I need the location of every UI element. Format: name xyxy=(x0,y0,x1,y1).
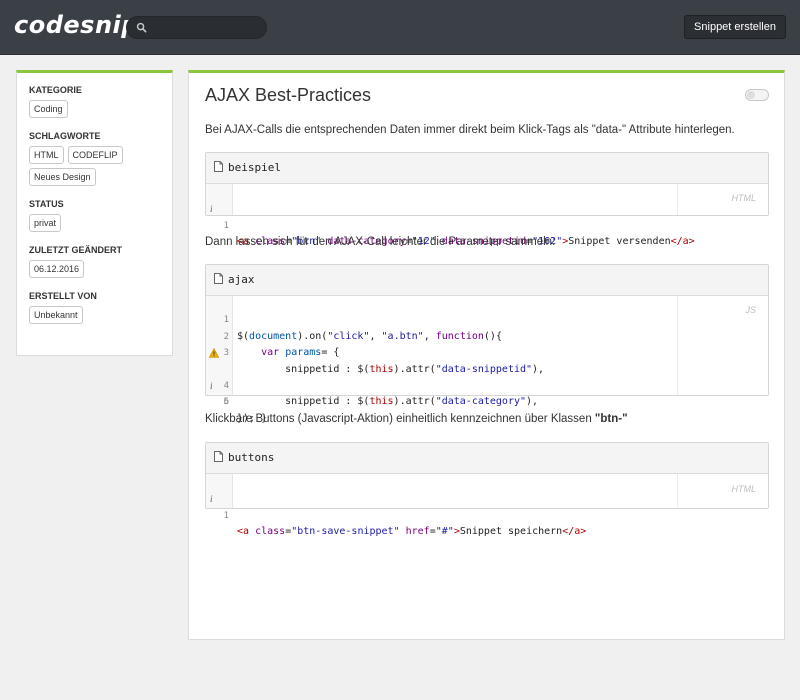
code-snippet-buttons: buttons i 1 <a class="btn-save-snippet" … xyxy=(205,442,769,537)
create-snippet-button[interactable]: Snippet erstellen xyxy=(684,15,786,39)
code-line: i 5 } xyxy=(206,362,768,424)
code-line: i 1 <a class="btn" data-category="12" da… xyxy=(206,185,768,247)
search-icon xyxy=(136,22,147,33)
modified-date: 06.12.2016 xyxy=(29,260,85,278)
visibility-toggle[interactable] xyxy=(745,89,769,101)
code-line: 6 }); xyxy=(206,378,768,423)
app-logo[interactable]: codesnip xyxy=(14,11,139,39)
code-line: i 1 <a class="btn-save-snippet" href="#"… xyxy=(206,475,768,537)
file-icon xyxy=(214,161,223,172)
keyword-tag[interactable]: Neues Design xyxy=(29,168,96,186)
paragraph-bold-text: "btn-" xyxy=(594,413,628,425)
section-heading: ZULETZT GEÄNDERT xyxy=(29,245,122,255)
description-paragraph: Dann lassen sich für den AJAX-Call leich… xyxy=(205,236,556,248)
section-heading: ERSTELLT VON xyxy=(29,291,97,301)
snippet-header: buttons xyxy=(206,443,768,474)
snippet-name: ajax xyxy=(228,273,255,286)
section-heading: KATEGORIE xyxy=(29,85,82,95)
code-line: 2 var params= { xyxy=(206,312,768,358)
sidebar-section-author: ERSTELLT VON Unbekannt xyxy=(29,291,160,324)
snippet-name: buttons xyxy=(228,451,275,464)
file-icon xyxy=(214,451,223,462)
file-icon xyxy=(214,273,223,284)
code-body[interactable]: i 1 <a class="btn-save-snippet" href="#"… xyxy=(206,474,768,537)
status-badge: privat xyxy=(29,214,62,232)
code-body[interactable]: i 1 <a class="btn" data-category="12" da… xyxy=(206,184,768,247)
language-label: JS xyxy=(745,305,756,315)
line-number: 6 xyxy=(223,397,229,408)
code-line: 1 $(document).on("click", "a.btn", funct… xyxy=(206,296,768,341)
author-tag: Unbekannt xyxy=(29,306,83,324)
sidebar: KATEGORIE Coding SCHLAGWORTE HTML CODEFL… xyxy=(16,70,173,356)
section-heading: SCHLAGWORTE xyxy=(29,131,101,141)
paragraph-text: Klickbare Buttons (Javascript-Aktion) ei… xyxy=(205,413,595,425)
code-snippet-beispiel: beispiel i 1 <a class="btn" data-categor… xyxy=(205,152,769,247)
section-heading: STATUS xyxy=(29,199,64,209)
keyword-tag[interactable]: CODEFLIP xyxy=(67,146,123,164)
code-snippet-ajax: ajax 1 $(document).on("click", "a.btn", … xyxy=(205,264,769,424)
code-body[interactable]: 1 $(document).on("click", "a.btn", funct… xyxy=(206,296,768,424)
top-bar: codesnip Snippet erstellen xyxy=(0,0,800,55)
snippet-name: beispiel xyxy=(228,161,281,174)
sidebar-section-modified: ZULETZT GEÄNDERT 06.12.2016 xyxy=(29,245,160,278)
sidebar-section-keywords: SCHLAGWORTE HTML CODEFLIP Neues Design xyxy=(29,131,160,186)
info-icon: i xyxy=(210,494,213,505)
sidebar-section-category: KATEGORIE Coding xyxy=(29,85,160,118)
language-label: HTML xyxy=(731,193,757,203)
code-line: 3 snippetid : $(this).attr("data-snippet… xyxy=(206,329,768,374)
snippet-header: beispiel xyxy=(206,153,768,184)
description-paragraph: Klickbare Buttons (Javascript-Aktion) ei… xyxy=(205,413,628,425)
warning-icon xyxy=(209,348,219,358)
code-line: 4 snippetid : $(this).attr("data-categor… xyxy=(206,345,768,407)
description-paragraph: Bei AJAX-Calls die entsprechenden Daten … xyxy=(205,124,735,136)
language-label: HTML xyxy=(731,484,757,494)
code-text: snippetid : $(this).attr("data-category"… xyxy=(237,396,539,408)
snippet-header: ajax xyxy=(206,265,768,296)
category-tag[interactable]: Coding xyxy=(29,100,68,118)
search-input[interactable] xyxy=(151,19,261,36)
keyword-tag[interactable]: HTML xyxy=(29,146,64,164)
line-number: 1 xyxy=(223,220,229,231)
page-title: AJAX Best-Practices xyxy=(205,85,372,105)
line-number: 1 xyxy=(223,510,229,521)
info-icon: i xyxy=(210,204,213,215)
snippet-panel: AJAX Best-Practices Bei AJAX-Calls die e… xyxy=(188,70,785,640)
sidebar-section-status: STATUS privat xyxy=(29,199,160,232)
search-box[interactable] xyxy=(126,16,267,39)
code-text: <a class="btn-save-snippet" href="#">Sni… xyxy=(237,526,587,538)
